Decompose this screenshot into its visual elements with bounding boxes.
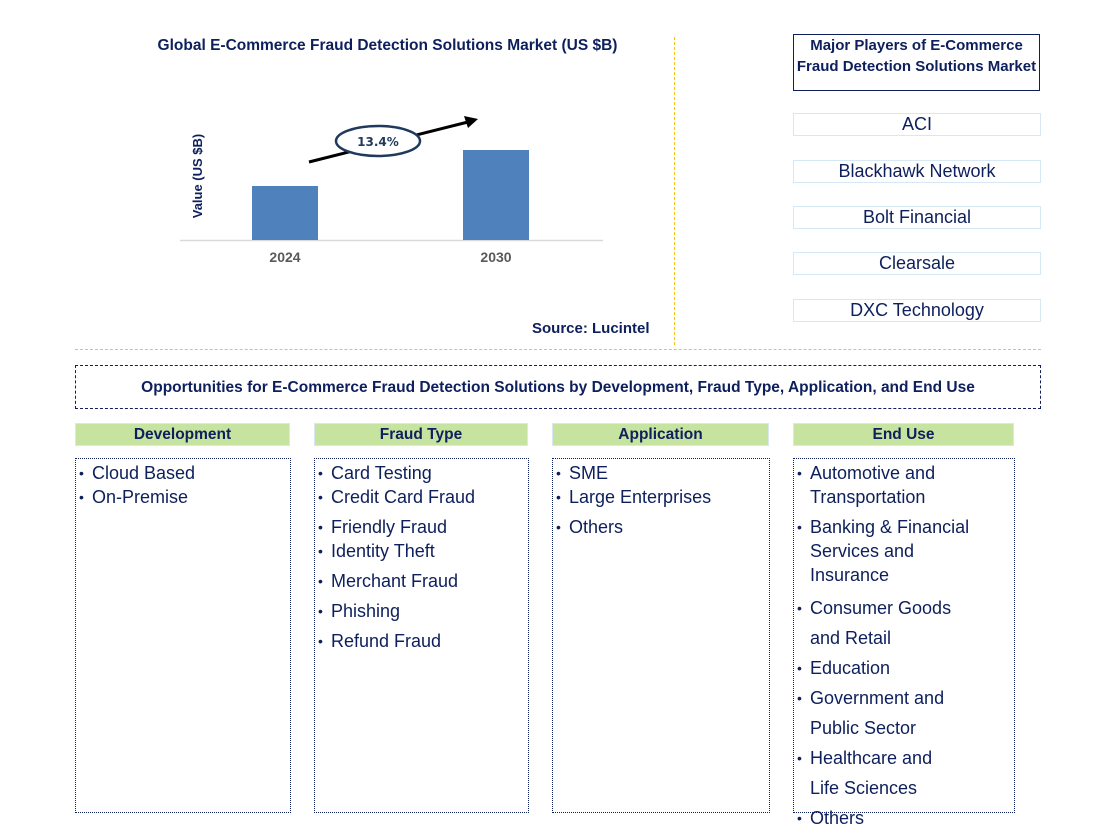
bar-2024 (252, 186, 318, 240)
category-header-development: Development (75, 423, 290, 446)
category-header-fraud-type: Fraud Type (314, 423, 528, 446)
cagr-label: 13.4% (357, 135, 399, 149)
player-item: Bolt Financial (793, 206, 1041, 229)
x-tick-label: 2030 (480, 249, 511, 265)
category-list-fraud-type: Card Testing Credit Card Fraud Friendly … (314, 458, 529, 813)
list-item: Banking & Financial Services and Insuran… (797, 515, 997, 587)
x-tick-label: 2024 (269, 249, 300, 265)
player-item: ACI (793, 113, 1041, 136)
player-item: DXC Technology (793, 299, 1041, 322)
list-item: Education (797, 653, 997, 683)
list-item: Healthcare and Life Sciences (797, 743, 950, 803)
list-item: Cloud Based (79, 461, 290, 485)
bar-2030 (463, 150, 529, 240)
list-item: Card Testing (318, 461, 528, 485)
horizontal-divider (75, 349, 1041, 350)
list-item: SME (556, 461, 769, 485)
list-item: Others (556, 515, 769, 539)
opportunities-title: Opportunities for E-Commerce Fraud Detec… (75, 365, 1041, 409)
list-item: Automotive and Transportation (797, 461, 997, 509)
cagr-arrow-head (464, 116, 478, 128)
vertical-divider (674, 37, 675, 345)
y-axis-label: Value (US $B) (190, 134, 205, 219)
list-item: Friendly Fraud (318, 515, 528, 539)
bar-chart: Value (US $B) 2024 2030 13.4% (180, 116, 603, 265)
list-item: Government and Public Sector (797, 683, 960, 743)
players-title: Major Players of E-Commerce Fraud Detect… (793, 34, 1040, 91)
player-item: Blackhawk Network (793, 160, 1041, 183)
list-item: Identity Theft (318, 539, 528, 563)
list-item: Refund Fraud (318, 629, 528, 653)
category-header-end-use: End Use (793, 423, 1014, 446)
list-item: Consumer Goods and Retail (797, 593, 960, 653)
category-list-application: SME Large Enterprises Others (552, 458, 770, 813)
category-list-end-use: Automotive and Transportation Banking & … (793, 458, 1015, 833)
list-item: Phishing (318, 599, 528, 623)
source-label: Source: Lucintel (532, 320, 650, 337)
category-list-development: Cloud Based On-Premise (75, 458, 291, 813)
category-header-application: Application (552, 423, 769, 446)
list-item: Large Enterprises (556, 485, 769, 509)
player-item: Clearsale (793, 252, 1041, 275)
list-item: Merchant Fraud (318, 569, 528, 593)
list-item: Credit Card Fraud (318, 485, 528, 509)
list-item: On-Premise (79, 485, 290, 509)
list-item: Others (797, 803, 997, 833)
